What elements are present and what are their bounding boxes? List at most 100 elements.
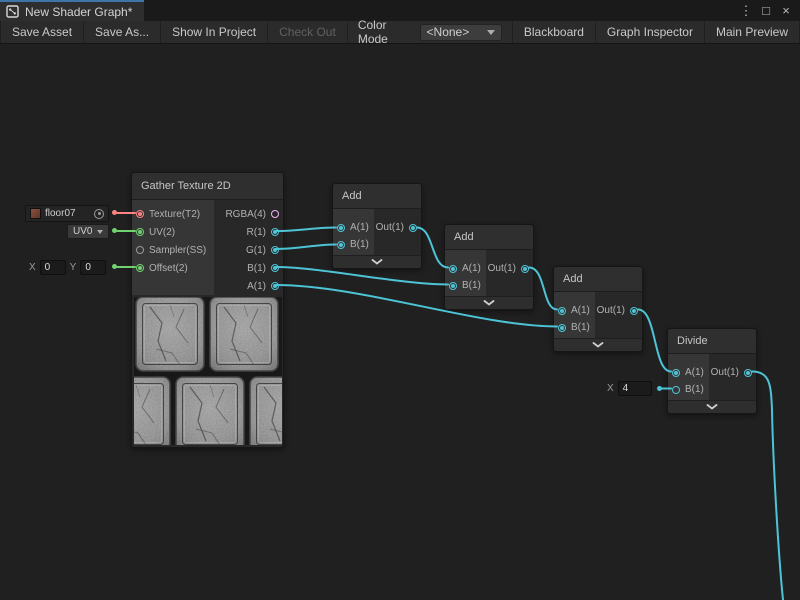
port-dot — [273, 266, 277, 270]
port-row-a: A(1) — [333, 219, 374, 236]
port-in-a[interactable] — [449, 265, 457, 273]
toolbar-right-group: Color Mode <None> Blackboard Graph Inspe… — [348, 21, 800, 43]
node-title[interactable]: Divide — [668, 329, 756, 354]
menu-icon[interactable]: ⋮ — [738, 3, 754, 19]
port-label: B(1) — [462, 280, 481, 291]
port-out-b[interactable] — [271, 264, 279, 272]
blackboard-toggle-button[interactable]: Blackboard — [512, 21, 596, 43]
preview-collapse-button[interactable] — [333, 255, 421, 268]
color-mode-dropdown[interactable]: <None> — [420, 24, 502, 41]
port-label: Sampler(SS) — [149, 245, 206, 256]
chevron-down-icon — [371, 259, 383, 265]
texture-name: floor07 — [45, 208, 76, 219]
port-row-a: A(1) — [214, 277, 283, 295]
preview-collapse-button[interactable] — [668, 400, 756, 413]
port-in-b[interactable] — [337, 241, 345, 249]
port-label: Out(1) — [597, 305, 625, 316]
port-label: Out(1) — [376, 222, 404, 233]
port-dot — [674, 371, 678, 375]
chevron-down-icon — [483, 300, 495, 306]
port-out[interactable] — [409, 224, 417, 232]
offset-x-input[interactable]: 0 — [40, 260, 66, 275]
port-in-sampler[interactable] — [136, 246, 144, 254]
node-add-1[interactable]: Add A(1) B(1) Out(1) — [332, 183, 422, 269]
close-icon[interactable]: × — [778, 3, 794, 19]
port-label: B(1) — [350, 239, 369, 250]
window-controls: ⋮ □ × — [738, 0, 800, 21]
save-as-button[interactable]: Save As... — [84, 21, 161, 43]
input-ports-column: A(1) B(1) — [668, 354, 709, 400]
node-title[interactable]: Add — [445, 225, 533, 250]
output-ports-column: RGBA(4) R(1) G(1) B(1) A(1) — [214, 200, 283, 295]
divisor-input[interactable]: 4 — [618, 381, 652, 396]
graph-inspector-toggle-button[interactable]: Graph Inspector — [596, 21, 705, 43]
port-in-uv[interactable] — [136, 228, 144, 236]
port-in-a[interactable] — [672, 369, 680, 377]
port-row-b: B(1) — [214, 259, 283, 277]
port-label: B(1) — [685, 384, 704, 395]
texture-connector-dot — [112, 210, 117, 215]
node-body: A(1) B(1) Out(1) — [554, 292, 642, 338]
port-out[interactable] — [521, 265, 529, 273]
preview-collapse-button[interactable] — [445, 296, 533, 309]
port-in-b[interactable] — [449, 282, 457, 290]
object-picker-icon[interactable] — [94, 209, 104, 219]
toolbar: Save Asset Save As... Show In Project Ch… — [0, 21, 800, 44]
divisor-connector-dot — [657, 386, 662, 391]
port-row-b: B(1) — [333, 236, 374, 253]
port-label: Out(1) — [711, 367, 739, 378]
graph-canvas[interactable] — [0, 44, 800, 600]
node-body: A(1) B(1) Out(1) — [445, 250, 533, 296]
input-ports-column: A(1) B(1) — [333, 209, 374, 255]
node-title[interactable]: Gather Texture 2D — [132, 173, 283, 200]
show-in-project-button[interactable]: Show In Project — [161, 21, 268, 43]
port-in-a[interactable] — [337, 224, 345, 232]
port-in-a[interactable] — [558, 307, 566, 315]
output-ports-column: Out(1) — [595, 292, 642, 338]
port-label: Out(1) — [488, 263, 516, 274]
main-preview-toggle-button[interactable]: Main Preview — [705, 21, 800, 43]
y-axis-label: Y — [70, 262, 77, 273]
port-in-b[interactable] — [558, 324, 566, 332]
save-asset-button[interactable]: Save Asset — [0, 21, 84, 43]
shader-graph-icon — [6, 5, 19, 18]
node-gather-texture-2d[interactable]: Gather Texture 2D Texture(T2) UV(2) Samp… — [131, 172, 284, 448]
chevron-down-icon — [487, 30, 495, 35]
node-divide[interactable]: Divide A(1) B(1) Out(1) — [667, 328, 757, 414]
node-title[interactable]: Add — [333, 184, 421, 209]
maximize-icon[interactable]: □ — [758, 3, 774, 19]
uv-channel-value: UV0 — [73, 226, 92, 237]
node-add-2[interactable]: Add A(1) B(1) Out(1) — [444, 224, 534, 310]
texture-preview-image — [134, 297, 282, 445]
node-body: Texture(T2) UV(2) Sampler(SS) Offset(2) … — [132, 200, 283, 295]
port-row-r: R(1) — [214, 223, 283, 241]
port-out[interactable] — [630, 307, 638, 315]
port-dot — [138, 212, 142, 216]
offset-y-input[interactable]: 0 — [80, 260, 106, 275]
color-mode-label: Color Mode — [348, 21, 420, 43]
preview-collapse-button[interactable] — [554, 338, 642, 351]
offset-connector-dot — [112, 264, 117, 269]
port-in-b[interactable] — [672, 386, 680, 394]
tab-new-shader-graph[interactable]: New Shader Graph* — [0, 0, 144, 21]
port-row-texture: Texture(T2) — [132, 205, 214, 223]
port-out[interactable] — [744, 369, 752, 377]
port-dot — [339, 226, 343, 230]
node-title[interactable]: Add — [554, 267, 642, 292]
port-label: UV(2) — [149, 227, 175, 238]
picker-dot — [98, 212, 101, 215]
port-out-r[interactable] — [271, 228, 279, 236]
uv-channel-dropdown[interactable]: UV0 — [67, 224, 109, 239]
texture-thumbnail — [30, 208, 41, 219]
port-in-texture[interactable] — [136, 210, 144, 218]
node-add-3[interactable]: Add A(1) B(1) Out(1) — [553, 266, 643, 352]
port-out-rgba[interactable] — [271, 210, 279, 218]
port-in-offset[interactable] — [136, 264, 144, 272]
port-out-a[interactable] — [271, 282, 279, 290]
port-row-rgba: RGBA(4) — [214, 205, 283, 223]
output-ports-column: Out(1) — [486, 250, 533, 296]
texture-object-field[interactable]: floor07 — [25, 205, 109, 222]
port-out-g[interactable] — [271, 246, 279, 254]
port-label: G(1) — [246, 245, 266, 256]
chevron-down-icon — [97, 230, 103, 234]
